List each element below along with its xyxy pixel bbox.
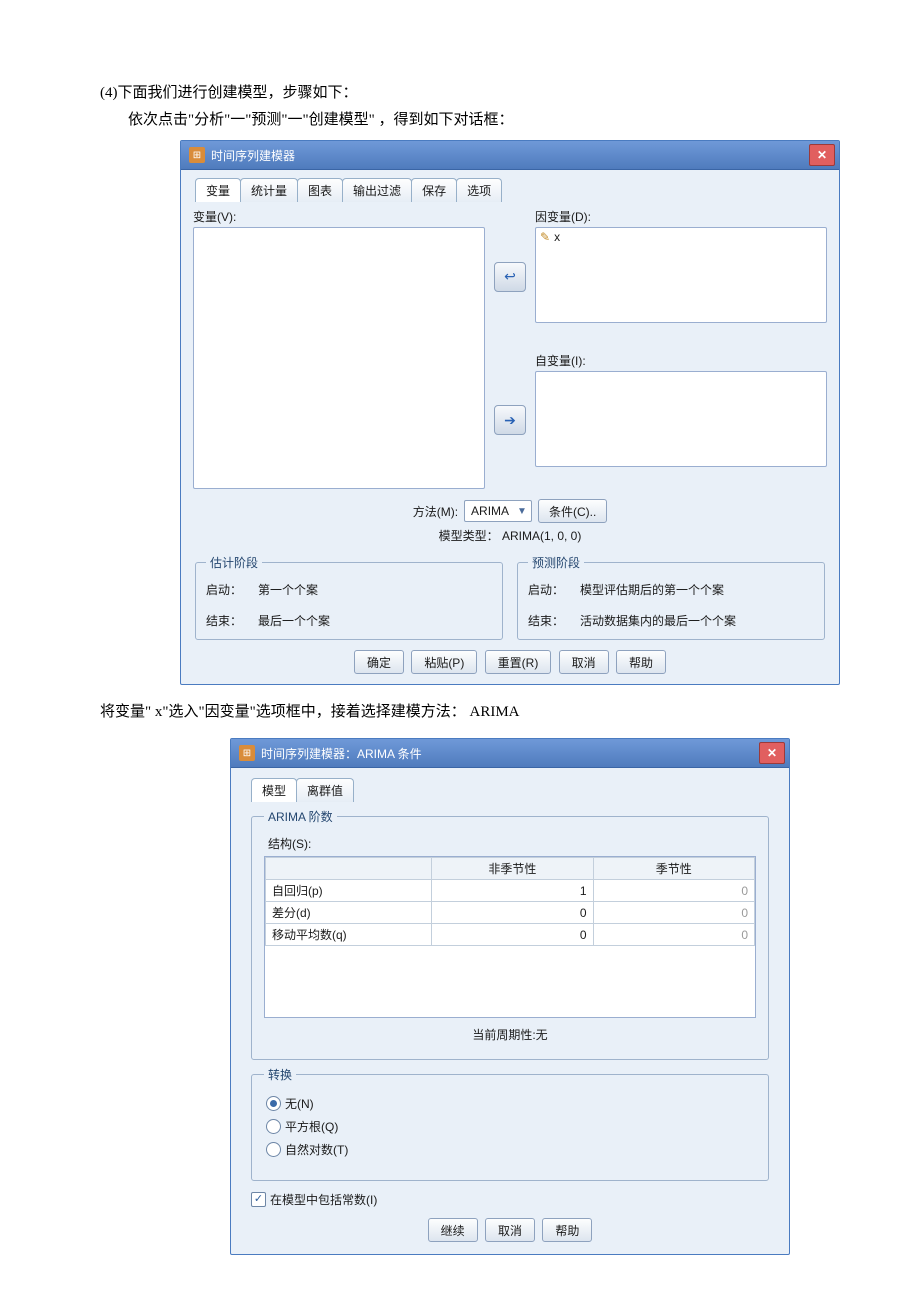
cell: 0 <box>593 880 754 902</box>
radio-icon <box>266 1142 281 1157</box>
structure-label: 结构(S): <box>268 835 756 852</box>
checkbox-label: 在模型中包括常数(I) <box>270 1191 377 1208</box>
tab-model[interactable]: 模型 <box>251 778 297 802</box>
tab-output-filter[interactable]: 输出过滤 <box>342 178 412 202</box>
radio-label: 平方根(Q) <box>285 1118 338 1135</box>
titlebar: ⊞ 时间序列建模器：ARIMA 条件 ✕ <box>231 739 789 768</box>
estimation-legend: 估计阶段 <box>206 554 262 571</box>
conditions-button[interactable]: 条件(C).. <box>538 499 607 523</box>
paragraph: (4)下面我们进行创建模型，步骤如下： <box>100 80 840 107</box>
tab-outliers[interactable]: 离群值 <box>296 778 354 802</box>
reset-button[interactable]: 重置(R) <box>485 650 552 674</box>
transform-legend: 转换 <box>264 1066 296 1083</box>
app-icon: ⊞ <box>189 147 205 163</box>
dependent-list[interactable]: ✎ x <box>535 227 827 323</box>
value: 第一个个案 <box>258 581 318 598</box>
help-button[interactable]: 帮助 <box>542 1218 592 1242</box>
tab-options[interactable]: 选项 <box>456 178 502 202</box>
close-icon[interactable]: ✕ <box>759 742 785 764</box>
list-item[interactable]: ✎ x <box>536 228 826 246</box>
variables-label: 变量(V): <box>193 208 485 225</box>
paste-button[interactable]: 粘贴(P) <box>411 650 477 674</box>
value: 最后一个个案 <box>258 612 330 629</box>
variables-list[interactable] <box>193 227 485 489</box>
order-table[interactable]: 非季节性 季节性 自回归(p) 1 0 差分(d) 0 <box>264 856 756 1018</box>
transform-group: 转换 无(N) 平方根(Q) 自然对数(T) <box>251 1066 769 1181</box>
model-type-label: 模型类型： ARIMA(1, 0, 0) <box>193 527 827 544</box>
value: 活动数据集内的最后一个个案 <box>580 612 736 629</box>
row-name: 移动平均数(q) <box>266 924 432 946</box>
checkbox-icon <box>251 1192 266 1207</box>
continue-button[interactable]: 继续 <box>428 1218 478 1242</box>
close-icon[interactable]: ✕ <box>809 144 835 166</box>
method-label: 方法(M): <box>413 503 458 520</box>
cell: 0 <box>593 902 754 924</box>
method-value: ARIMA <box>471 504 509 518</box>
cancel-button[interactable]: 取消 <box>559 650 609 674</box>
radio-log[interactable]: 自然对数(T) <box>266 1141 754 1158</box>
cancel-button[interactable]: 取消 <box>485 1218 535 1242</box>
radio-none[interactable]: 无(N) <box>266 1095 754 1112</box>
radio-icon <box>266 1119 281 1134</box>
arima-order-legend: ARIMA 阶数 <box>264 808 337 825</box>
app-icon: ⊞ <box>239 745 255 761</box>
current-period-label: 当前周期性:无 <box>264 1026 756 1043</box>
tabs: 变量 统计量 图表 输出过滤 保存 选项 <box>195 178 827 202</box>
radio-label: 无(N) <box>285 1095 314 1112</box>
paragraph: 将变量" x"选入"因变量"选项框中，接着选择建模方法： ARIMA <box>100 699 840 726</box>
label: 启动： <box>206 581 250 598</box>
prediction-legend: 预测阶段 <box>528 554 584 571</box>
estimation-group: 估计阶段 启动： 第一个个案 结束： 最后一个个案 <box>195 554 503 640</box>
tab-statistics[interactable]: 统计量 <box>240 178 298 202</box>
method-select[interactable]: ARIMA ▼ <box>464 500 532 522</box>
move-to-dependent-button[interactable]: ↩ <box>494 262 526 292</box>
dependent-item-label: x <box>554 230 560 244</box>
independent-list[interactable] <box>535 371 827 467</box>
table-row[interactable]: 移动平均数(q) 0 0 <box>266 924 755 946</box>
label: 结束： <box>206 612 250 629</box>
col-nonseasonal: 非季节性 <box>432 858 593 880</box>
label: 启动： <box>528 581 572 598</box>
cell[interactable]: 0 <box>432 924 593 946</box>
radio-sqrt[interactable]: 平方根(Q) <box>266 1118 754 1135</box>
tab-charts[interactable]: 图表 <box>297 178 343 202</box>
titlebar: ⊞ 时间序列建模器 ✕ <box>181 141 839 170</box>
move-to-independent-button[interactable]: ➔ <box>494 405 526 435</box>
row-name: 差分(d) <box>266 902 432 924</box>
radio-label: 自然对数(T) <box>285 1141 348 1158</box>
ok-button[interactable]: 确定 <box>354 650 404 674</box>
dependent-label: 因变量(D): <box>535 208 827 225</box>
tab-save[interactable]: 保存 <box>411 178 457 202</box>
table-row[interactable]: 自回归(p) 1 0 <box>266 880 755 902</box>
chevron-down-icon: ▼ <box>517 506 527 517</box>
tabs: 模型 离群值 <box>251 778 771 802</box>
independent-label: 自变量(I): <box>535 352 827 369</box>
tab-variables[interactable]: 变量 <box>195 178 241 202</box>
time-series-modeler-dialog: ⊞ 时间序列建模器 ✕ 变量 统计量 图表 输出过滤 保存 选项 变量(V): <box>180 140 840 685</box>
dialog-title: 时间序列建模器 <box>211 147 295 164</box>
cell[interactable]: 0 <box>432 902 593 924</box>
cell: 0 <box>593 924 754 946</box>
radio-icon <box>266 1096 281 1111</box>
help-button[interactable]: 帮助 <box>616 650 666 674</box>
label: 结束： <box>528 612 572 629</box>
arima-order-group: ARIMA 阶数 结构(S): 非季节性 季节性 自回归(p) 1 <box>251 808 769 1060</box>
col-seasonal: 季节性 <box>593 858 754 880</box>
pencil-icon: ✎ <box>540 230 550 244</box>
include-constant-checkbox[interactable]: 在模型中包括常数(I) <box>251 1191 769 1208</box>
paragraph: 依次点击"分析"一"预测"一"创建模型" ，得到如下对话框： <box>100 107 840 134</box>
cell[interactable]: 1 <box>432 880 593 902</box>
value: 模型评估期后的第一个个案 <box>580 581 724 598</box>
table-row[interactable]: 差分(d) 0 0 <box>266 902 755 924</box>
arima-conditions-dialog: ⊞ 时间序列建模器：ARIMA 条件 ✕ 模型 离群值 ARIMA 阶数 结构(… <box>230 738 790 1255</box>
prediction-group: 预测阶段 启动： 模型评估期后的第一个个案 结束： 活动数据集内的最后一个个案 <box>517 554 825 640</box>
row-name: 自回归(p) <box>266 880 432 902</box>
dialog-title: 时间序列建模器：ARIMA 条件 <box>261 745 422 762</box>
